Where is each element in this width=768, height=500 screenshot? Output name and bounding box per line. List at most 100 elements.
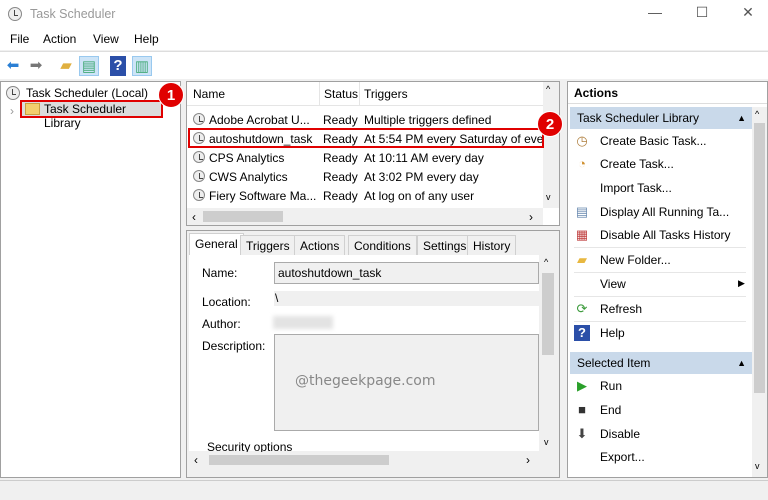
action-create-basic-task[interactable]: ◷ Create Basic Task...	[568, 130, 752, 152]
task-row[interactable]: CWS Analytics Ready At 3:02 PM every day	[187, 168, 543, 186]
task-clock-icon	[193, 189, 205, 201]
action-label-import-task: Import Task...	[600, 181, 672, 195]
show-hide-action-pane-icon[interactable]: ▥	[132, 56, 152, 76]
task-trigger: At 10:11 AM every day	[364, 151, 484, 165]
menu-file[interactable]: File	[10, 32, 29, 46]
task-scheduler-app-icon	[8, 7, 22, 21]
toolbar: ⬅ ➡ ▰ ▤ ? ▥	[0, 51, 768, 79]
section-label: Task Scheduler Library	[577, 111, 700, 125]
tab-actions[interactable]: Actions	[294, 235, 346, 255]
up-folder-icon[interactable]: ▰	[56, 56, 76, 76]
action-disable[interactable]: ⬇ Disable	[568, 423, 752, 445]
help-icon: ?	[574, 325, 590, 341]
disable-icon: ⬇	[576, 426, 588, 441]
show-hide-console-tree-icon[interactable]: ▤	[79, 56, 99, 76]
task-status: Ready	[323, 170, 358, 184]
history-icon: ▦	[575, 227, 589, 242]
task-name: Fiery Software Ma...	[209, 189, 317, 203]
menu-bar: File Action View Help	[0, 28, 768, 50]
menu-help[interactable]: Help	[134, 32, 159, 46]
task-clock-icon	[193, 113, 205, 125]
task-trigger: At 3:02 PM every day	[364, 170, 479, 184]
tab-triggers[interactable]: Triggers	[240, 235, 296, 255]
action-label-new-folder: New Folder...	[600, 253, 671, 267]
status-bar	[0, 480, 768, 500]
author-value-blurred	[273, 316, 333, 329]
tree-root[interactable]: Task Scheduler (Local)	[26, 86, 148, 100]
horizontal-scrollbar[interactable]: ‹ ›	[187, 208, 543, 225]
action-help[interactable]: ? Help	[568, 322, 752, 344]
watermark: @thegeekpage.com	[295, 373, 436, 389]
section-label: Selected Item	[577, 356, 651, 370]
minimize-button[interactable]: —	[645, 4, 665, 24]
tree-child: Task Scheduler Library	[44, 102, 127, 130]
console-tree: Task Scheduler (Local) › Task Scheduler …	[0, 81, 181, 478]
tree-item-library[interactable]: Task Scheduler Library	[20, 100, 163, 130]
action-label-disable-history: Disable All Tasks History	[600, 228, 731, 242]
separator	[574, 296, 746, 297]
column-triggers[interactable]: Triggers	[359, 82, 408, 106]
details-horizontal-scrollbar[interactable]: ‹ ›	[189, 452, 540, 468]
submenu-arrow-icon: ▶	[738, 278, 745, 288]
action-label-run: Run	[600, 379, 623, 393]
task-details: General Triggers Actions Conditions Settings…	[186, 230, 560, 478]
tab-general[interactable]: General	[189, 233, 244, 256]
close-button[interactable]: ✕	[738, 4, 758, 24]
description-field[interactable]: @thegeekpage.com	[274, 334, 539, 431]
author-label: Author:	[202, 317, 241, 331]
action-display-all-running-tasks[interactable]: ▤ Display All Running Ta...	[568, 201, 752, 223]
maximize-button[interactable]: ☐	[692, 4, 712, 24]
actions-title: Actions	[568, 82, 767, 104]
task-status: Ready	[323, 189, 358, 203]
help-icon[interactable]: ?	[110, 56, 126, 76]
tab-history[interactable]: History	[467, 235, 517, 255]
action-label-disable: Disable	[600, 427, 641, 441]
refresh-icon: ⟳	[576, 301, 588, 316]
create-task-icon: ◔	[578, 156, 586, 171]
details-vertical-scrollbar[interactable]: ^ v	[540, 255, 557, 451]
column-name[interactable]: Name	[193, 82, 225, 106]
section-task-scheduler-library[interactable]: Task Scheduler Library ▲	[570, 107, 752, 129]
running-tasks-icon: ▤	[575, 204, 589, 219]
end-icon: ■	[578, 402, 586, 417]
action-label-create-basic-task: Create Basic Task...	[600, 134, 707, 148]
action-label-export: Export...	[600, 450, 645, 464]
action-refresh[interactable]: ⟳ Refresh	[568, 298, 752, 320]
vertical-scrollbar[interactable]: ^ v	[543, 82, 559, 208]
run-icon: ▶	[577, 378, 587, 393]
expand-chevron-icon[interactable]: ›	[10, 104, 14, 118]
actions-scrollbar[interactable]: ^ v	[752, 107, 767, 477]
section-selected-item[interactable]: Selected Item ▲	[570, 352, 752, 374]
action-end[interactable]: ■ End	[568, 399, 752, 421]
step-badge-2: 2	[537, 111, 563, 137]
action-import-task[interactable]: Import Task...	[568, 177, 752, 199]
tab-conditions[interactable]: Conditions	[348, 235, 417, 255]
tab-settings[interactable]: Settings	[417, 235, 473, 255]
folder-icon: ▰	[577, 252, 587, 267]
action-create-task[interactable]: ◔ Create Task...	[568, 153, 752, 175]
back-arrow-icon[interactable]: ⬅	[3, 56, 23, 76]
clock-icon	[6, 86, 20, 100]
action-view[interactable]: View ▶	[568, 273, 752, 295]
step-badge-1: 1	[158, 82, 184, 108]
menu-action[interactable]: Action	[43, 32, 76, 46]
column-status[interactable]: Status	[319, 82, 358, 106]
forward-arrow-icon[interactable]: ➡	[26, 56, 46, 76]
location-label: Location:	[202, 295, 251, 309]
action-run[interactable]: ▶ Run	[568, 375, 752, 397]
name-field[interactable]: autoshutdown_task	[274, 262, 539, 284]
task-row[interactable]: CPS Analytics Ready At 10:11 AM every da…	[187, 149, 543, 167]
task-trigger: At log on of any user	[364, 189, 475, 203]
action-new-folder[interactable]: ▰ New Folder...	[568, 249, 752, 271]
task-row[interactable]: Adobe Acrobat U... Ready Multiple trigge…	[187, 111, 543, 129]
task-name: CWS Analytics	[209, 170, 288, 184]
action-export[interactable]: Export...	[568, 446, 752, 468]
name-label: Name:	[202, 266, 238, 280]
action-disable-all-tasks-history[interactable]: ▦ Disable All Tasks History	[568, 224, 752, 246]
task-clock-icon	[193, 170, 205, 182]
menu-view[interactable]: View	[93, 32, 119, 46]
title-bar: Task Scheduler — ☐ ✕	[0, 0, 768, 28]
task-row[interactable]: Fiery Software Ma... Ready At log on of …	[187, 187, 543, 205]
task-status: Ready	[323, 151, 358, 165]
separator	[574, 247, 746, 248]
